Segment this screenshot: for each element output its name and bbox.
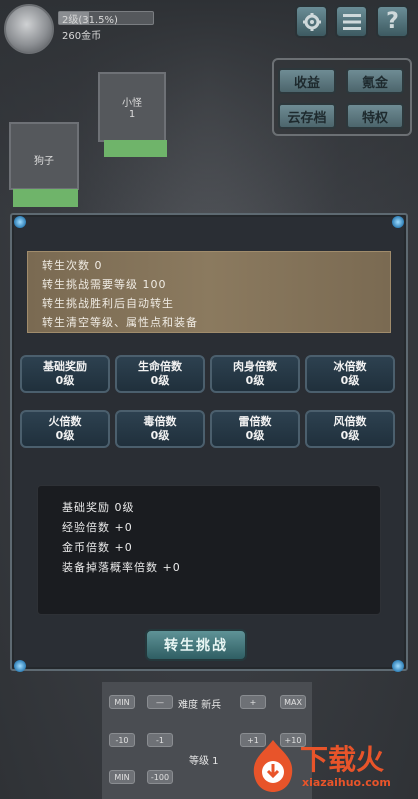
multiplier-level: 0级	[55, 429, 75, 442]
multiplier-level: 0级	[55, 374, 75, 387]
multiplier-level: 0级	[150, 374, 170, 387]
info-line: 转生清空等级、属性点和装备	[42, 316, 198, 329]
multiplier-fire[interactable]: 火倍数 0级	[20, 410, 110, 448]
enemy-card-minion[interactable]: 小怪 1	[98, 72, 166, 142]
corner-rivet	[14, 660, 26, 672]
info-line: 转生次数 0	[42, 259, 103, 272]
stat-line: 金币倍数 +0	[62, 541, 133, 554]
multiplier-name: 火倍数	[48, 415, 82, 428]
menu-button[interactable]	[335, 5, 368, 38]
enemy-count: 1	[128, 109, 136, 120]
rebirth-challenge-button[interactable]: 转生挑战	[145, 629, 247, 661]
multiplier-life[interactable]: 生命倍数 0级	[115, 355, 205, 393]
multiplier-level: 0级	[150, 429, 170, 442]
enemy-name: 小怪	[122, 98, 142, 109]
difficulty-plus-button[interactable]: +	[240, 695, 266, 709]
enemy-hp-bar	[13, 189, 78, 207]
level-minus10-button[interactable]: -10	[109, 733, 135, 747]
multiplier-name: 基础奖励	[43, 360, 87, 373]
player-avatar[interactable]	[4, 4, 54, 54]
corner-rivet	[392, 216, 404, 228]
multiplier-name: 肉身倍数	[233, 360, 277, 373]
watermark-brand: 下载火	[300, 743, 385, 776]
level-min-button[interactable]: MIN	[109, 770, 135, 784]
level-label: 等级 1	[189, 756, 219, 767]
multiplier-thunder[interactable]: 雷倍数 0级	[210, 410, 300, 448]
multiplier-name: 生命倍数	[138, 360, 182, 373]
menu-icon	[342, 13, 361, 30]
multiplier-base-reward[interactable]: 基础奖励 0级	[20, 355, 110, 393]
level-text: 2级(31.5%)	[62, 15, 118, 26]
income-button[interactable]: 收益	[278, 68, 336, 94]
difficulty-min-button[interactable]: MIN	[109, 695, 135, 709]
stat-line: 基础奖励 0级	[62, 501, 135, 514]
enemy-card-dog[interactable]: 狗子	[9, 122, 79, 190]
rebirth-stats-box: 基础奖励 0级 经验倍数 +0 金币倍数 +0 装备掉落概率倍数 +0	[37, 485, 381, 615]
gold-text: 260金币	[62, 31, 102, 42]
watermark-logo	[253, 740, 293, 792]
difficulty-label: 难度 新兵	[178, 700, 222, 711]
gear-icon	[302, 12, 321, 31]
corner-rivet	[392, 660, 404, 672]
krypton-button[interactable]: 氪金	[346, 68, 404, 94]
help-button[interactable]: ?	[376, 5, 409, 38]
multiplier-name: 雷倍数	[238, 415, 272, 428]
multiplier-level: 0级	[245, 429, 265, 442]
watermark-url: xiazaihuo.com	[302, 776, 391, 789]
privilege-button[interactable]: 特权	[346, 103, 404, 129]
enemy-hp-bar	[104, 140, 167, 157]
difficulty-minus-button[interactable]: —	[147, 695, 173, 709]
info-line: 转生挑战需要等级 100	[42, 278, 167, 291]
enemy-name: 狗子	[34, 156, 54, 167]
settings-button[interactable]	[295, 5, 328, 38]
multiplier-name: 冰倍数	[333, 360, 367, 373]
multiplier-wind[interactable]: 风倍数 0级	[305, 410, 395, 448]
multiplier-name: 毒倍数	[143, 415, 177, 428]
level-minus1-button[interactable]: -1	[147, 733, 173, 747]
multiplier-level: 0级	[245, 374, 265, 387]
stat-line: 装备掉落概率倍数 +0	[62, 561, 181, 574]
difficulty-max-button[interactable]: MAX	[280, 695, 306, 709]
stat-line: 经验倍数 +0	[62, 521, 133, 534]
multiplier-level: 0级	[340, 374, 360, 387]
multiplier-body[interactable]: 肉身倍数 0级	[210, 355, 300, 393]
corner-rivet	[14, 216, 26, 228]
multiplier-ice[interactable]: 冰倍数 0级	[305, 355, 395, 393]
rebirth-info-box: 转生次数 0 转生挑战需要等级 100 转生挑战胜利后自动转生 转生清空等级、属…	[27, 251, 391, 333]
multiplier-poison[interactable]: 毒倍数 0级	[115, 410, 205, 448]
level-minus100-button[interactable]: -100	[147, 770, 173, 784]
help-icon: ?	[386, 9, 399, 34]
info-line: 转生挑战胜利后自动转生	[42, 297, 174, 310]
cloud-save-button[interactable]: 云存档	[278, 103, 336, 129]
multiplier-name: 风倍数	[333, 415, 367, 428]
multiplier-level: 0级	[340, 429, 360, 442]
